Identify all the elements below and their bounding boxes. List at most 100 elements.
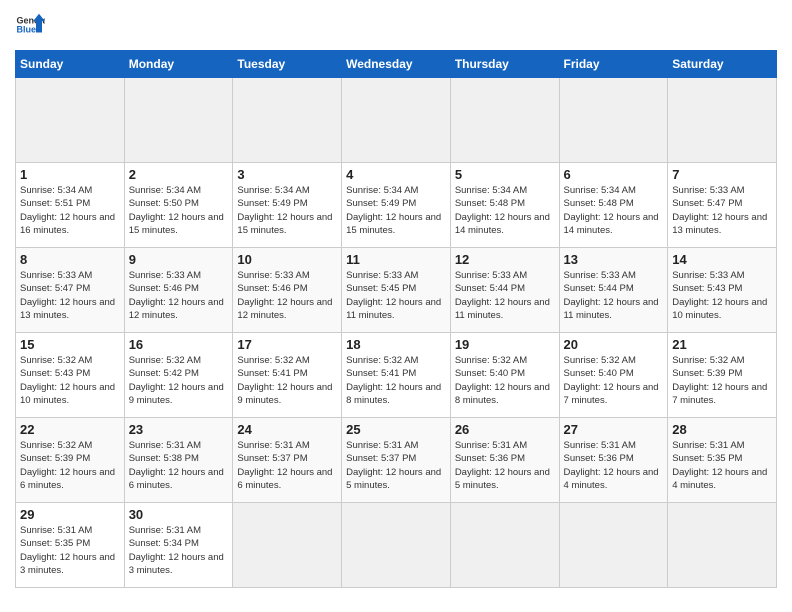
day-info: Sunrise: 5:34 AMSunset: 5:50 PMDaylight:… [129, 184, 229, 237]
day-number: 30 [129, 507, 229, 522]
calendar-week-row: 22 Sunrise: 5:32 AMSunset: 5:39 PMDayligh… [16, 418, 777, 503]
calendar-cell [342, 503, 451, 588]
day-info: Sunrise: 5:31 AMSunset: 5:35 PMDaylight:… [672, 439, 772, 492]
day-info: Sunrise: 5:32 AMSunset: 5:40 PMDaylight:… [564, 354, 664, 407]
calendar-week-row: 15 Sunrise: 5:32 AMSunset: 5:43 PMDayligh… [16, 333, 777, 418]
day-number: 26 [455, 422, 555, 437]
calendar-cell: 22 Sunrise: 5:32 AMSunset: 5:39 PMDayligh… [16, 418, 125, 503]
calendar-cell: 10Sunrise: 5:33 AMSunset: 5:46 PMDayligh… [233, 248, 342, 333]
calendar-cell: 24Sunrise: 5:31 AMSunset: 5:37 PMDayligh… [233, 418, 342, 503]
calendar-cell: 11 Sunrise: 5:33 AMSunset: 5:45 PMDayligh… [342, 248, 451, 333]
calendar-cell [559, 78, 668, 163]
day-number: 14 [672, 252, 772, 267]
calendar-cell: 18 Sunrise: 5:32 AMSunset: 5:41 PMDayligh… [342, 333, 451, 418]
page-header: General Blue [15, 10, 777, 40]
calendar-cell [450, 78, 559, 163]
calendar-cell: 25Sunrise: 5:31 AMSunset: 5:37 PMDayligh… [342, 418, 451, 503]
day-info: Sunrise: 5:32 AMSunset: 5:41 PMDaylight:… [346, 354, 446, 407]
day-info: Sunrise: 5:32 AMSunset: 5:42 PMDaylight:… [129, 354, 229, 407]
day-info: Sunrise: 5:33 AMSunset: 5:46 PMDaylight:… [237, 269, 337, 322]
day-number: 5 [455, 167, 555, 182]
day-info: Sunrise: 5:33 AMSunset: 5:44 PMDaylight:… [455, 269, 555, 322]
column-header-thursday: Thursday [450, 51, 559, 78]
column-header-saturday: Saturday [668, 51, 777, 78]
calendar-cell [342, 78, 451, 163]
calendar-cell: 8Sunrise: 5:33 AMSunset: 5:47 PMDaylight… [16, 248, 125, 333]
column-header-wednesday: Wednesday [342, 51, 451, 78]
calendar-cell: 23Sunrise: 5:31 AMSunset: 5:38 PMDayligh… [124, 418, 233, 503]
day-info: Sunrise: 5:33 AMSunset: 5:47 PMDaylight:… [672, 184, 772, 237]
calendar-week-row: 29 Sunrise: 5:31 AMSunset: 5:35 PMDayligh… [16, 503, 777, 588]
calendar-cell: 19 Sunrise: 5:32 AMSunset: 5:40 PMDayligh… [450, 333, 559, 418]
day-info: Sunrise: 5:34 AMSunset: 5:48 PMDaylight:… [564, 184, 664, 237]
day-number: 18 [346, 337, 446, 352]
day-info: Sunrise: 5:32 AMSunset: 5:39 PMDaylight:… [672, 354, 772, 407]
day-number: 29 [20, 507, 120, 522]
calendar-cell: 30 Sunrise: 5:31 AMSunset: 5:34 PMDayligh… [124, 503, 233, 588]
column-header-tuesday: Tuesday [233, 51, 342, 78]
svg-text:Blue: Blue [17, 25, 37, 35]
logo: General Blue [15, 10, 45, 40]
day-info: Sunrise: 5:33 AMSunset: 5:43 PMDaylight:… [672, 269, 772, 322]
calendar-week-row: 1Sunrise: 5:34 AMSunset: 5:51 PMDaylight… [16, 163, 777, 248]
day-number: 13 [564, 252, 664, 267]
calendar-cell [450, 503, 559, 588]
day-info: Sunrise: 5:32 AMSunset: 5:39 PMDaylight:… [20, 439, 120, 492]
calendar-cell: 17 Sunrise: 5:32 AMSunset: 5:41 PMDayligh… [233, 333, 342, 418]
day-number: 8 [20, 252, 120, 267]
calendar-cell [559, 503, 668, 588]
calendar-week-row: 8Sunrise: 5:33 AMSunset: 5:47 PMDaylight… [16, 248, 777, 333]
day-info: Sunrise: 5:33 AMSunset: 5:46 PMDaylight:… [129, 269, 229, 322]
calendar-cell: 15 Sunrise: 5:32 AMSunset: 5:43 PMDayligh… [16, 333, 125, 418]
calendar-cell: 2Sunrise: 5:34 AMSunset: 5:50 PMDaylight… [124, 163, 233, 248]
day-number: 19 [455, 337, 555, 352]
day-number: 20 [564, 337, 664, 352]
calendar-cell: 3 Sunrise: 5:34 AMSunset: 5:49 PMDaylight… [233, 163, 342, 248]
day-info: Sunrise: 5:31 AMSunset: 5:36 PMDaylight:… [455, 439, 555, 492]
day-number: 1 [20, 167, 120, 182]
day-info: Sunrise: 5:31 AMSunset: 5:37 PMDaylight:… [237, 439, 337, 492]
calendar-cell [668, 78, 777, 163]
day-number: 25 [346, 422, 446, 437]
calendar-cell: 16 Sunrise: 5:32 AMSunset: 5:42 PMDayligh… [124, 333, 233, 418]
calendar-cell: 6Sunrise: 5:34 AMSunset: 5:48 PMDaylight… [559, 163, 668, 248]
day-number: 11 [346, 252, 446, 267]
day-number: 17 [237, 337, 337, 352]
calendar-header-row: SundayMondayTuesdayWednesdayThursdayFrid… [16, 51, 777, 78]
day-info: Sunrise: 5:31 AMSunset: 5:34 PMDaylight:… [129, 524, 229, 577]
day-number: 22 [20, 422, 120, 437]
day-number: 27 [564, 422, 664, 437]
calendar-cell [124, 78, 233, 163]
day-number: 16 [129, 337, 229, 352]
day-info: Sunrise: 5:33 AMSunset: 5:44 PMDaylight:… [564, 269, 664, 322]
calendar-cell: 26 Sunrise: 5:31 AMSunset: 5:36 PMDayligh… [450, 418, 559, 503]
day-info: Sunrise: 5:32 AMSunset: 5:40 PMDaylight:… [455, 354, 555, 407]
day-info: Sunrise: 5:31 AMSunset: 5:35 PMDaylight:… [20, 524, 120, 577]
calendar-cell: 29 Sunrise: 5:31 AMSunset: 5:35 PMDayligh… [16, 503, 125, 588]
day-info: Sunrise: 5:34 AMSunset: 5:49 PMDaylight:… [237, 184, 337, 237]
day-number: 9 [129, 252, 229, 267]
calendar-cell: 4Sunrise: 5:34 AMSunset: 5:49 PMDaylight… [342, 163, 451, 248]
day-info: Sunrise: 5:32 AMSunset: 5:43 PMDaylight:… [20, 354, 120, 407]
calendar-cell: 28 Sunrise: 5:31 AMSunset: 5:35 PMDayligh… [668, 418, 777, 503]
calendar-cell: 13 Sunrise: 5:33 AMSunset: 5:44 PMDayligh… [559, 248, 668, 333]
day-number: 23 [129, 422, 229, 437]
calendar-cell [668, 503, 777, 588]
column-header-monday: Monday [124, 51, 233, 78]
calendar-cell: 9 Sunrise: 5:33 AMSunset: 5:46 PMDaylight… [124, 248, 233, 333]
day-number: 21 [672, 337, 772, 352]
day-info: Sunrise: 5:31 AMSunset: 5:36 PMDaylight:… [564, 439, 664, 492]
day-number: 28 [672, 422, 772, 437]
calendar-cell: 20 Sunrise: 5:32 AMSunset: 5:40 PMDayligh… [559, 333, 668, 418]
calendar-cell: 1Sunrise: 5:34 AMSunset: 5:51 PMDaylight… [16, 163, 125, 248]
calendar-cell: 21 Sunrise: 5:32 AMSunset: 5:39 PMDayligh… [668, 333, 777, 418]
calendar-cell: 12 Sunrise: 5:33 AMSunset: 5:44 PMDayligh… [450, 248, 559, 333]
calendar-cell: 7Sunrise: 5:33 AMSunset: 5:47 PMDaylight… [668, 163, 777, 248]
calendar-table: SundayMondayTuesdayWednesdayThursdayFrid… [15, 50, 777, 588]
day-info: Sunrise: 5:33 AMSunset: 5:45 PMDaylight:… [346, 269, 446, 322]
day-number: 15 [20, 337, 120, 352]
day-number: 3 [237, 167, 337, 182]
day-info: Sunrise: 5:32 AMSunset: 5:41 PMDaylight:… [237, 354, 337, 407]
day-number: 12 [455, 252, 555, 267]
day-number: 4 [346, 167, 446, 182]
